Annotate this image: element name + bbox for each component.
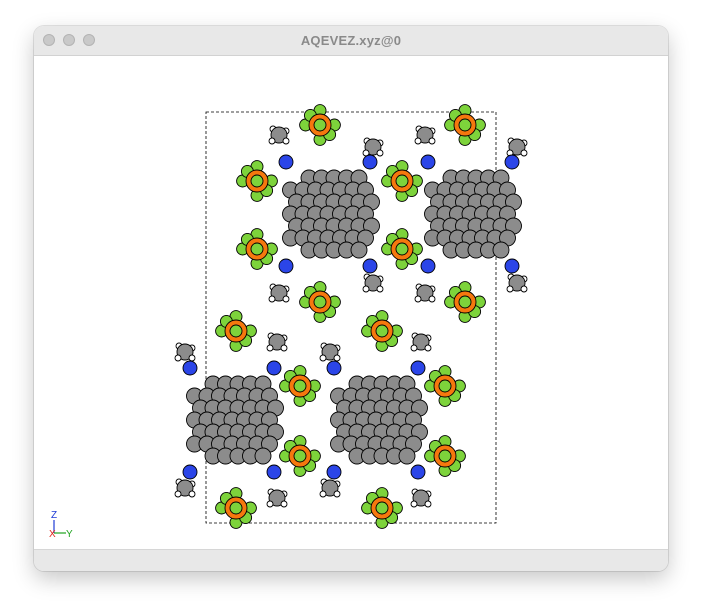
fluorine-atom — [438, 449, 452, 463]
hydrogen-atom — [282, 295, 290, 303]
carbon-atom — [254, 447, 272, 465]
nitrogen-atom — [266, 360, 282, 376]
axis-triad: Z X Y — [49, 510, 73, 540]
fluorine-atom — [458, 295, 472, 309]
hydrogen-atom — [428, 137, 436, 145]
hydrogen-atom — [410, 344, 418, 352]
window-title: AQEVEZ.xyz@0 — [300, 33, 402, 48]
hydrogen-atom — [376, 285, 384, 293]
nitrogen-atom — [420, 154, 436, 170]
fluorine-atom — [229, 501, 243, 515]
hydrogen-atom — [266, 500, 274, 508]
y-axis-label: Y — [66, 529, 73, 540]
fluorine-atom — [375, 324, 389, 338]
hydrogen-atom — [188, 490, 196, 498]
hydrogen-atom — [188, 354, 196, 362]
nitrogen-atom — [504, 154, 520, 170]
nitrogen-atom — [182, 464, 198, 480]
nitrogen-atom — [504, 258, 520, 274]
nitrogen-atom — [362, 258, 378, 274]
hydrogen-atom — [424, 344, 432, 352]
hydrogen-atom — [414, 295, 422, 303]
fluorine-atom — [293, 379, 307, 393]
nitrogen-atom — [266, 464, 282, 480]
hydrogen-atom — [333, 490, 341, 498]
hydrogen-atom — [266, 344, 274, 352]
nitrogen-atom — [410, 360, 426, 376]
hydrogen-atom — [410, 500, 418, 508]
atoms-layer — [174, 104, 528, 529]
hydrogen-atom — [174, 490, 182, 498]
nitrogen-atom — [278, 154, 294, 170]
hydrogen-atom — [520, 149, 528, 157]
hydrogen-atom — [280, 344, 288, 352]
crystal-structure-render[interactable] — [34, 56, 668, 549]
fluorine-atom — [375, 501, 389, 515]
hydrogen-atom — [319, 490, 327, 498]
z-axis-label: Z — [51, 510, 57, 521]
carbon-atom — [398, 447, 416, 465]
hydrogen-atom — [424, 500, 432, 508]
fluorine-atom — [458, 118, 472, 132]
x-axis-label: X — [49, 529, 56, 540]
molecule-viewport[interactable]: Z X Y — [34, 56, 668, 549]
carbon-atom — [492, 241, 510, 259]
title-bar[interactable]: AQEVEZ.xyz@0 — [34, 26, 668, 56]
fluorine-atom — [313, 118, 327, 132]
status-bar — [34, 549, 668, 571]
fluorine-atom — [229, 324, 243, 338]
nitrogen-atom — [362, 154, 378, 170]
hydrogen-atom — [362, 285, 370, 293]
fluorine-atom — [250, 174, 264, 188]
hydrogen-atom — [428, 295, 436, 303]
hydrogen-atom — [319, 354, 327, 362]
carbon-atom — [350, 241, 368, 259]
hydrogen-atom — [520, 285, 528, 293]
hydrogen-atom — [333, 354, 341, 362]
nitrogen-atom — [410, 464, 426, 480]
app-window: AQEVEZ.xyz@0 Z X Y — [34, 26, 668, 571]
nitrogen-atom — [326, 360, 342, 376]
fluorine-atom — [438, 379, 452, 393]
fluorine-atom — [293, 449, 307, 463]
fluorine-atom — [250, 242, 264, 256]
hydrogen-atom — [268, 295, 276, 303]
nitrogen-atom — [326, 464, 342, 480]
nitrogen-atom — [420, 258, 436, 274]
hydrogen-atom — [506, 285, 514, 293]
hydrogen-atom — [376, 149, 384, 157]
hydrogen-atom — [280, 500, 288, 508]
hydrogen-atom — [174, 354, 182, 362]
nitrogen-atom — [182, 360, 198, 376]
fluorine-atom — [313, 295, 327, 309]
fluorine-atom — [395, 174, 409, 188]
hydrogen-atom — [268, 137, 276, 145]
hydrogen-atom — [282, 137, 290, 145]
fluorine-atom — [395, 242, 409, 256]
nitrogen-atom — [278, 258, 294, 274]
hydrogen-atom — [414, 137, 422, 145]
